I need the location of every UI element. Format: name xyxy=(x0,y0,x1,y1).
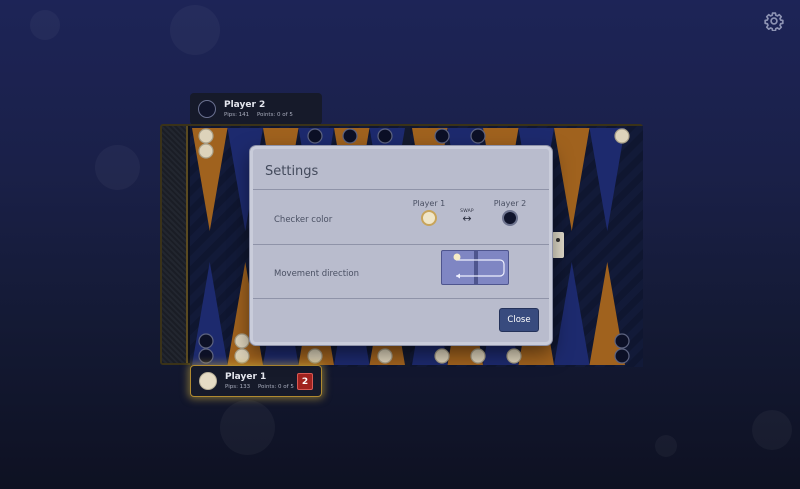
player-2-name: Player 2 xyxy=(224,100,266,110)
white-checker xyxy=(198,143,214,159)
settings-title: Settings xyxy=(265,164,319,179)
player-2-checker-option[interactable] xyxy=(502,210,518,226)
divider xyxy=(253,298,549,299)
player-2-card: Player 2 Pips: 141 Points: 0 of 5 xyxy=(190,93,322,125)
white-checker xyxy=(470,348,486,364)
player-2-points: Points: 0 of 5 xyxy=(256,112,293,118)
player-1-pips: Pips: 133 xyxy=(225,384,251,390)
player-1-name: Player 1 xyxy=(225,372,267,382)
movement-direction-toggle[interactable] xyxy=(441,250,509,285)
close-button[interactable]: Close xyxy=(499,308,539,332)
player-2-pips: Pips: 141 xyxy=(224,112,250,118)
background-bokeh xyxy=(30,10,60,40)
player-1-option-label: Player 1 xyxy=(412,199,446,208)
white-checker xyxy=(377,348,393,364)
black-checker xyxy=(377,128,393,144)
divider xyxy=(253,244,549,245)
background-bokeh xyxy=(220,400,275,455)
white-checker xyxy=(198,128,214,144)
white-checker xyxy=(614,128,630,144)
player-1-checker-icon xyxy=(199,372,217,390)
swap-arrows-icon: ↔ xyxy=(462,212,472,225)
player-1-points: Points: 0 of 5 xyxy=(257,384,294,390)
white-checker xyxy=(506,348,522,364)
black-checker xyxy=(434,128,450,144)
player-2-checker-icon xyxy=(198,100,216,118)
movement-direction-icon xyxy=(453,251,505,284)
dice-value-badge: 2 xyxy=(297,373,313,390)
black-checker xyxy=(198,333,214,349)
gear-icon[interactable] xyxy=(764,11,784,31)
white-checker xyxy=(234,348,250,364)
settings-dialog: Settings Checker color Player 1 SWAP ↔ P… xyxy=(250,146,552,345)
black-checker xyxy=(470,128,486,144)
background-bokeh xyxy=(170,5,220,55)
background-bokeh xyxy=(752,410,792,450)
black-checker xyxy=(307,128,323,144)
swap-button[interactable]: SWAP ↔ xyxy=(457,209,477,224)
player-1-checker-option[interactable] xyxy=(421,210,437,226)
die xyxy=(552,232,564,258)
black-checker xyxy=(342,128,358,144)
white-checker xyxy=(434,348,450,364)
white-checker xyxy=(307,348,323,364)
background-bokeh xyxy=(95,145,140,190)
player-1-card: Player 1 Pips: 133 Points: 0 of 5 2 xyxy=(190,365,322,397)
divider xyxy=(253,189,549,190)
black-checker xyxy=(614,333,630,349)
movement-direction-label: Movement direction xyxy=(274,269,359,279)
background-bokeh xyxy=(655,435,677,457)
checker-color-label: Checker color xyxy=(274,215,333,225)
white-checker xyxy=(234,333,250,349)
player-2-option-label: Player 2 xyxy=(493,199,527,208)
black-checker xyxy=(614,348,630,364)
black-checker xyxy=(198,348,214,364)
